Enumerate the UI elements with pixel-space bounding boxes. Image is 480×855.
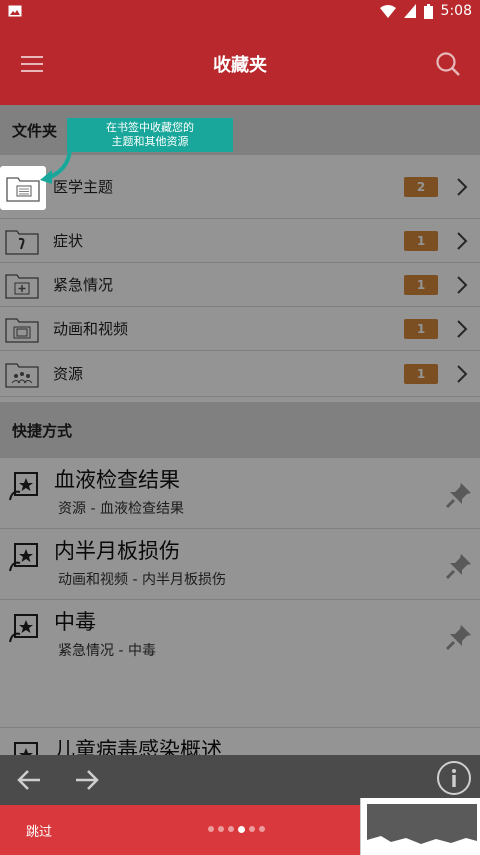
shortcut-title: 血液检查结果 (54, 468, 180, 492)
shortcut-list: 血液检查结果 资源 - 血液检查结果 内半月板损伤 动画和视频 - 内半月板损伤… (0, 458, 480, 768)
shortcut-row[interactable]: 中毒 紧急情况 - 中毒 (0, 600, 480, 728)
folder-row-animations-videos[interactable]: 动画和视频 1 (0, 307, 480, 351)
bookmark-star-icon (9, 614, 38, 643)
folder-count-badge: 1 (404, 318, 438, 339)
search-button[interactable] (416, 51, 480, 77)
signal-icon (403, 4, 416, 18)
status-time: 5:08 (440, 3, 472, 19)
chevron-right-icon (452, 364, 472, 384)
folders-header-label: 文件夹 (12, 121, 58, 140)
image-icon (8, 5, 22, 17)
shortcuts-header-label: 快捷方式 (12, 421, 73, 440)
pin-icon[interactable] (444, 480, 474, 510)
tooltip-line-2: 主题和其他资源 (111, 135, 189, 148)
folder-list: 医学主题 2 症状 1 紧急情况 1 动画和视频 1 资源 1 (0, 155, 480, 397)
folder-row-emergencies[interactable]: 紧急情况 1 (0, 263, 480, 307)
shortcuts-header: 快捷方式 (0, 402, 480, 458)
page-dot (208, 826, 214, 832)
arrow-left-icon (17, 770, 40, 790)
folder-document-icon (6, 177, 40, 202)
chevron-right-icon (452, 231, 472, 251)
shortcut-subtitle: 动画和视频 - 内半月板损伤 (58, 572, 226, 588)
app-bar: 收藏夹 (0, 22, 480, 105)
folder-label: 紧急情况 (53, 276, 114, 294)
page-title: 收藏夹 (213, 54, 267, 76)
folder-resources-icon (5, 362, 39, 388)
tooltip-arrow-icon (40, 149, 72, 184)
page-dot (249, 826, 255, 832)
folder-count-badge: 2 (404, 176, 438, 197)
folder-label: 症状 (53, 232, 84, 250)
preview-thumbnail (360, 798, 480, 855)
pin-icon[interactable] (444, 622, 474, 652)
page-dot (228, 826, 234, 832)
bookmark-star-icon (9, 543, 38, 572)
shortcut-subtitle: 资源 - 血液检查结果 (58, 501, 184, 517)
page-dot (259, 826, 265, 832)
bookmark-star-icon (9, 472, 38, 501)
folder-emergency-icon (5, 273, 39, 299)
folder-label: 动画和视频 (53, 320, 129, 338)
folder-count-badge: 1 (404, 230, 438, 251)
onboarding-bar: 跳过 (0, 805, 360, 855)
wifi-icon (379, 4, 396, 18)
hamburger-menu-icon (21, 55, 43, 72)
skip-button[interactable]: 跳过 (26, 821, 52, 840)
battery-icon (423, 3, 433, 19)
shortcut-title: 中毒 (54, 610, 96, 634)
page-dot-active (238, 825, 245, 833)
tutorial-tooltip: 在书签中收藏您的 主题和其他资源 (67, 118, 233, 152)
arrow-right-icon (76, 770, 99, 790)
shortcut-row[interactable]: 血液检查结果 资源 - 血液检查结果 (0, 458, 480, 529)
preview-image (367, 804, 477, 855)
folder-row-symptoms[interactable]: 症状 1 (0, 219, 480, 263)
folder-count-badge: 1 (404, 274, 438, 295)
shortcut-title: 内半月板损伤 (54, 539, 180, 563)
page-dot (218, 826, 224, 832)
folder-label: 资源 (53, 365, 84, 383)
info-icon (437, 761, 471, 795)
folder-count-badge: 1 (404, 363, 438, 384)
page-indicator (208, 825, 265, 833)
folder-video-icon (5, 317, 39, 343)
tooltip-line-1: 在书签中收藏您的 (106, 121, 194, 134)
back-button[interactable] (0, 769, 58, 791)
folder-row-resources[interactable]: 资源 1 (0, 351, 480, 397)
chevron-right-icon (452, 177, 472, 197)
forward-button[interactable] (58, 769, 116, 791)
shortcut-subtitle: 紧急情况 - 中毒 (58, 643, 156, 659)
chevron-right-icon (452, 319, 472, 339)
chevron-right-icon (452, 275, 472, 295)
folder-label: 医学主题 (53, 178, 114, 196)
folder-symptom-icon (5, 229, 39, 255)
menu-button[interactable] (0, 55, 64, 72)
info-button[interactable] (436, 760, 472, 800)
shortcut-row[interactable]: 内半月板损伤 动画和视频 - 内半月板损伤 (0, 529, 480, 600)
search-icon (436, 51, 460, 76)
status-bar: 5:08 (0, 0, 480, 22)
pin-icon[interactable] (444, 551, 474, 581)
